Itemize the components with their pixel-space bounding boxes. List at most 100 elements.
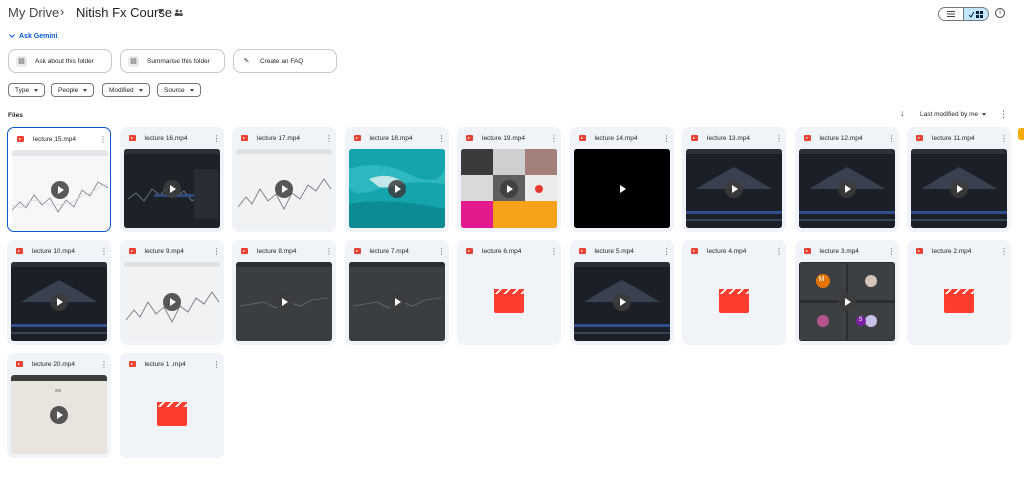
file-thumbnail[interactable] xyxy=(236,262,332,341)
filter-modified[interactable]: Modified xyxy=(102,83,150,97)
more-options-icon[interactable]: ⋮ xyxy=(96,135,110,144)
file-thumbnail[interactable] xyxy=(124,375,220,454)
file-thumbnail[interactable] xyxy=(686,262,782,341)
breadcrumb-my-drive[interactable]: My Drive xyxy=(8,5,59,20)
info-icon[interactable]: i xyxy=(995,8,1005,18)
play-icon[interactable] xyxy=(950,179,968,198)
more-options-icon[interactable]: ⋮ xyxy=(660,134,674,143)
file-thumbnail[interactable] xyxy=(461,262,557,341)
file-name: lecture 2.mp4 xyxy=(932,247,972,255)
play-icon[interactable] xyxy=(275,292,293,311)
more-options-icon[interactable]: ⋮ xyxy=(885,247,899,256)
play-icon[interactable] xyxy=(50,292,68,311)
file-card[interactable]: lecture 1 .mp4 ⋮ xyxy=(119,353,224,458)
file-card[interactable]: lecture 11.mp4 ⋮ xyxy=(907,127,1011,232)
more-options-icon[interactable]: ⋮ xyxy=(97,247,111,256)
file-card[interactable]: lecture 14.mp4 ⋮ xyxy=(569,127,674,232)
file-thumbnail[interactable] xyxy=(573,149,670,228)
ask-gemini-toggle[interactable]: Ask Gemini xyxy=(9,32,58,40)
file-thumbnail[interactable] xyxy=(348,149,445,228)
file-thumbnail[interactable] xyxy=(11,375,107,454)
file-thumbnail[interactable] xyxy=(911,149,1007,228)
file-name: lecture 12.mp4 xyxy=(819,134,863,142)
file-card[interactable]: lecture 18.mp4 ⋮ xyxy=(344,127,449,232)
more-options-icon[interactable]: ⋮ xyxy=(885,134,899,143)
more-options-icon[interactable]: ⋮ xyxy=(210,134,224,143)
play-icon[interactable] xyxy=(162,179,181,198)
file-thumbnail[interactable]: MS xyxy=(798,262,895,341)
video-file-icon xyxy=(691,135,698,141)
file-card[interactable]: lecture 7.mp4 ⋮ xyxy=(344,240,449,345)
more-options-icon[interactable]: ⋮ xyxy=(997,247,1011,256)
more-options-icon[interactable]: ⋮ xyxy=(322,247,336,256)
file-thumbnail[interactable] xyxy=(123,262,220,341)
more-options-icon[interactable]: ⋮ xyxy=(322,134,336,143)
play-icon[interactable] xyxy=(500,179,518,198)
file-card[interactable]: lecture 12.mp4 ⋮ xyxy=(794,127,899,232)
play-icon[interactable] xyxy=(387,179,406,198)
more-options-icon[interactable]: ⋮ xyxy=(435,134,449,143)
play-icon[interactable] xyxy=(612,292,631,311)
filter-people[interactable]: People xyxy=(51,83,95,97)
play-icon[interactable] xyxy=(725,179,743,198)
more-options-icon[interactable]: ⋮ xyxy=(772,247,786,256)
summarise-folder-chip[interactable]: ▤ Summarise this folder xyxy=(120,49,225,73)
filter-type[interactable]: Type xyxy=(8,83,46,97)
file-thumbnail[interactable] xyxy=(573,262,670,341)
more-options-icon[interactable]: ⋮ xyxy=(210,360,224,369)
more-options-icon[interactable]: ⋮ xyxy=(772,134,786,143)
file-card[interactable]: lecture 13.mp4 ⋮ xyxy=(682,127,786,232)
play-icon[interactable] xyxy=(51,180,69,199)
file-card[interactable]: lecture 15.mp4 ⋮ xyxy=(7,127,111,232)
file-card[interactable]: lecture 8.mp4 ⋮ xyxy=(232,240,336,345)
play-icon[interactable] xyxy=(162,292,181,311)
file-card[interactable]: lecture 3.mp4 ⋮ M S xyxy=(794,240,899,345)
file-card[interactable]: lecture 4.mp4 ⋮ xyxy=(682,240,786,345)
grid-view-button[interactable] xyxy=(963,8,988,20)
file-thumbnail[interactable] xyxy=(11,262,107,341)
folder-menu-caret-icon[interactable] xyxy=(158,9,164,13)
file-thumbnail[interactable] xyxy=(123,149,220,228)
file-card[interactable]: lecture 2.mp4 ⋮ xyxy=(907,240,1011,345)
file-card[interactable]: lecture 16.mp4 ⋮ xyxy=(119,127,224,232)
side-panel-tab[interactable] xyxy=(1018,128,1024,140)
create-faq-chip[interactable]: ✎ Create an FAQ xyxy=(233,49,337,73)
ask-about-folder-chip[interactable]: ▤ Ask about this folder xyxy=(8,49,112,73)
play-icon[interactable] xyxy=(50,405,68,424)
file-thumbnail[interactable] xyxy=(12,150,108,229)
sort-menu-button[interactable]: Last modified by me xyxy=(920,111,987,118)
file-thumbnail[interactable] xyxy=(236,149,332,228)
caret-down-icon xyxy=(138,88,143,92)
file-thumbnail[interactable] xyxy=(348,262,445,341)
file-card-header: lecture 7.mp4 ⋮ xyxy=(345,240,449,262)
file-card[interactable]: lecture 10.mp4 ⋮ xyxy=(7,240,111,345)
more-options-icon[interactable]: ⋮ xyxy=(660,247,674,256)
file-card[interactable]: lecture 9.mp4 ⋮ xyxy=(119,240,224,345)
file-thumbnail[interactable] xyxy=(798,149,895,228)
more-options-icon[interactable]: ⋮ xyxy=(547,247,561,256)
file-card[interactable]: lecture 17.mp4 ⋮ xyxy=(232,127,336,232)
filter-source[interactable]: Source xyxy=(157,83,201,97)
play-icon[interactable] xyxy=(387,292,406,311)
more-options-icon[interactable]: ⋮ xyxy=(997,134,1011,143)
play-icon[interactable] xyxy=(837,292,856,311)
play-icon[interactable] xyxy=(613,180,631,198)
list-view-button[interactable] xyxy=(939,8,963,20)
play-icon[interactable] xyxy=(837,179,856,198)
file-thumbnail[interactable] xyxy=(461,149,557,228)
more-options-icon[interactable]: ⋮ xyxy=(547,134,561,143)
files-section-label: Files xyxy=(8,112,23,119)
video-file-icon xyxy=(241,248,248,254)
file-card[interactable]: lecture 6.mp4 ⋮ xyxy=(457,240,561,345)
file-thumbnail[interactable] xyxy=(911,262,1007,341)
more-options-icon[interactable]: ⋮ xyxy=(97,360,111,369)
file-card[interactable]: lecture 19.mp4 ⋮ xyxy=(457,127,561,232)
file-thumbnail[interactable] xyxy=(686,149,782,228)
more-options-icon[interactable]: ⋮ xyxy=(435,247,449,256)
more-options-icon[interactable]: ⋮ xyxy=(210,247,224,256)
play-icon[interactable] xyxy=(275,179,293,198)
file-card[interactable]: lecture 5.mp4 ⋮ xyxy=(569,240,674,345)
file-card[interactable]: lecture 20.mp4 ⋮ xyxy=(7,353,111,458)
more-options-icon[interactable]: ⋮ xyxy=(999,109,1008,120)
sort-direction-icon[interactable]: ↓ xyxy=(900,108,905,118)
